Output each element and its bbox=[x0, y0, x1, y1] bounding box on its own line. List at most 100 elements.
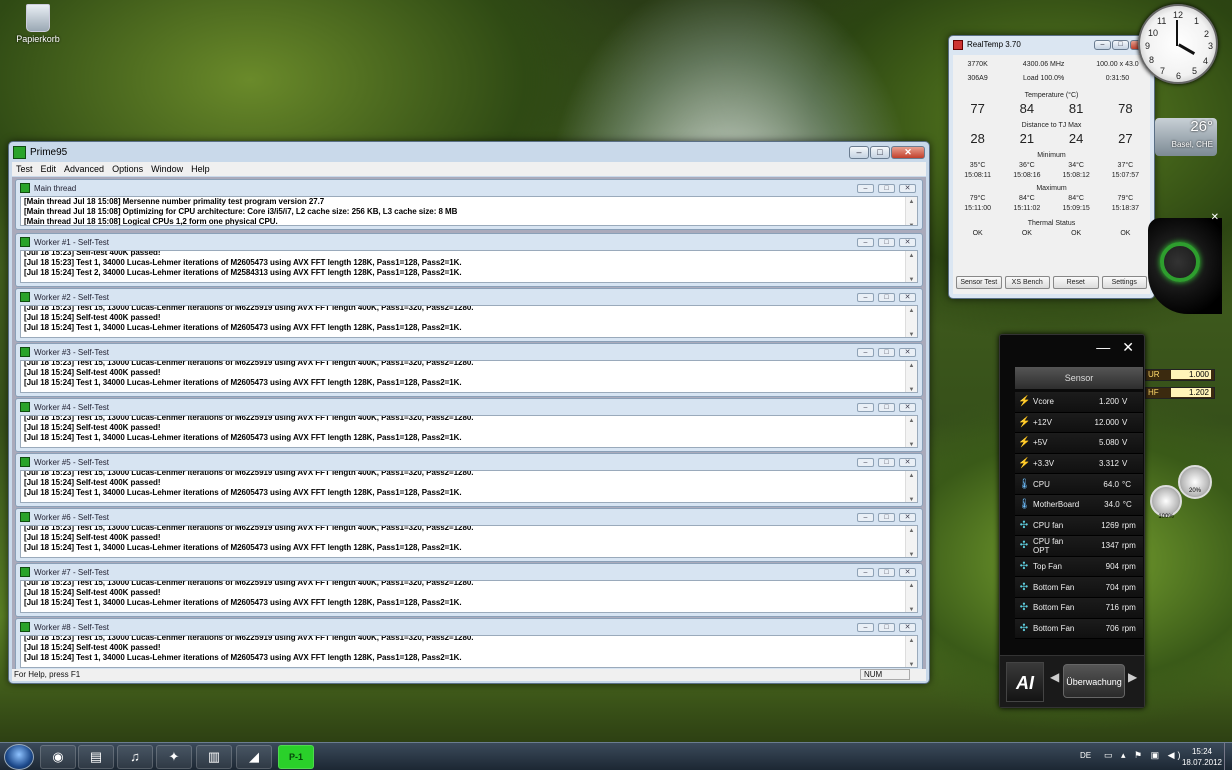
log-area[interactable]: [Jul 18 15:23] Test 15, 13000 Lucas-Lehm… bbox=[20, 360, 918, 393]
maximize-button[interactable]: □ bbox=[878, 237, 895, 247]
scrollbar[interactable]: ▲ ▼ bbox=[905, 416, 917, 447]
scrollbar[interactable]: ▲ ▼ bbox=[905, 636, 917, 667]
meter-gadget[interactable]: 100% 20% bbox=[1148, 465, 1218, 521]
taskbar-prime95-button[interactable]: P-1 bbox=[278, 745, 314, 769]
close-button[interactable]: ✕ bbox=[899, 402, 916, 412]
child-titlebar[interactable]: Worker #4 - Self-Test – □ ✕ bbox=[16, 399, 922, 415]
minimize-button[interactable]: – bbox=[857, 347, 874, 357]
taskbar-chrome-button[interactable]: ◉ bbox=[40, 745, 76, 769]
maximize-button[interactable]: □ bbox=[878, 567, 895, 577]
child-titlebar[interactable]: Worker #3 - Self-Test – □ ✕ bbox=[16, 344, 922, 360]
worker-window[interactable]: Worker #7 - Self-Test – □ ✕ [Jul 18 15:2… bbox=[15, 563, 923, 617]
tray-icons[interactable]: ▭ ▴ ⚑ ▣ ◀) bbox=[1104, 750, 1184, 761]
log-area[interactable]: [Jul 18 15:23] Test 15, 13000 Lucas-Lehm… bbox=[20, 305, 918, 338]
minimize-button[interactable]: – bbox=[857, 183, 874, 193]
sensor-test-button[interactable]: Sensor Test bbox=[956, 276, 1002, 289]
taskbar-folder-button[interactable]: ▥ bbox=[196, 745, 232, 769]
prime95-titlebar[interactable]: Prime95 – □ ✕ bbox=[9, 142, 929, 162]
asus-ai-logo[interactable]: AI bbox=[1006, 662, 1044, 702]
maximize-button[interactable]: □ bbox=[870, 145, 890, 159]
maximize-button[interactable]: □ bbox=[878, 183, 895, 193]
child-titlebar[interactable]: Worker #5 - Self-Test – □ ✕ bbox=[16, 454, 922, 470]
close-button[interactable]: ✕ bbox=[899, 237, 916, 247]
language-indicator[interactable]: DE bbox=[1080, 751, 1091, 760]
scrollbar[interactable]: ▲ ▼ bbox=[905, 526, 917, 557]
log-area[interactable]: [Jul 18 15:23] Test 15, 13000 Lucas-Lehm… bbox=[20, 470, 918, 503]
weather-gadget[interactable]: 26° Basel, CHE bbox=[1155, 118, 1217, 156]
menu-edit[interactable]: Edit bbox=[37, 164, 61, 174]
minimize-button[interactable]: – bbox=[857, 622, 874, 632]
maximize-button[interactable]: □ bbox=[878, 457, 895, 467]
taskbar-sniffer-button[interactable]: ✦ bbox=[156, 745, 192, 769]
close-button[interactable]: ✕ bbox=[899, 183, 916, 193]
worker-window[interactable]: Worker #2 - Self-Test – □ ✕ [Jul 18 15:2… bbox=[15, 288, 923, 342]
xs-bench-button[interactable]: XS Bench bbox=[1004, 276, 1050, 289]
menu-options[interactable]: Options bbox=[108, 164, 147, 174]
child-titlebar[interactable]: Worker #6 - Self-Test – □ ✕ bbox=[16, 509, 922, 525]
child-titlebar[interactable]: Worker #1 - Self-Test – □ ✕ bbox=[16, 234, 922, 250]
scrollbar[interactable]: ▲ ▼ bbox=[905, 251, 917, 282]
minimize-button[interactable]: – bbox=[857, 402, 874, 412]
worker-window[interactable]: Worker #6 - Self-Test – □ ✕ [Jul 18 15:2… bbox=[15, 508, 923, 562]
minimize-button[interactable]: – bbox=[857, 512, 874, 522]
maximize-button[interactable]: □ bbox=[878, 402, 895, 412]
maximize-button[interactable]: □ bbox=[878, 347, 895, 357]
scrollbar[interactable]: ▲ ▼ bbox=[905, 471, 917, 502]
close-button[interactable]: ✕ bbox=[899, 347, 916, 357]
scrollbar[interactable]: ▲ ▼ bbox=[905, 581, 917, 612]
taskbar-explorer-button[interactable]: ▤ bbox=[78, 745, 114, 769]
maximize-button[interactable]: □ bbox=[1112, 39, 1129, 50]
realtemp-window[interactable]: RealTemp 3.70 – □ ✕ 3770K 4300.06 MHz 10… bbox=[948, 35, 1155, 299]
arrow-left-icon[interactable]: ◀ bbox=[1050, 670, 1059, 684]
taskbar-itunes-button[interactable]: ♫ bbox=[117, 745, 153, 769]
close-icon[interactable]: ✕ bbox=[1122, 339, 1134, 356]
log-area[interactable]: [Jul 18 15:23] Test 15, 13000 Lucas-Lehm… bbox=[20, 635, 918, 668]
taskbar-asus-ai-button[interactable]: ◢ bbox=[236, 745, 272, 769]
close-button[interactable]: ✕ bbox=[899, 567, 916, 577]
child-titlebar[interactable]: Worker #8 - Self-Test – □ ✕ bbox=[16, 619, 922, 635]
log-area[interactable]: [Jul 18 15:23] Test 15, 13000 Lucas-Lehm… bbox=[20, 415, 918, 448]
close-button[interactable]: ✕ bbox=[899, 457, 916, 467]
prime95-window[interactable]: Prime95 – □ ✕ Test Edit Advanced Options… bbox=[8, 141, 930, 684]
close-button[interactable]: ✕ bbox=[891, 145, 925, 159]
minimize-button[interactable]: – bbox=[857, 237, 874, 247]
minimize-button[interactable]: – bbox=[849, 145, 869, 159]
worker-window[interactable]: Worker #4 - Self-Test – □ ✕ [Jul 18 15:2… bbox=[15, 398, 923, 452]
worker-window[interactable]: Worker #3 - Self-Test – □ ✕ [Jul 18 15:2… bbox=[15, 343, 923, 397]
log-area[interactable]: [Jul 18 15:23] Test 15, 13000 Lucas-Lehm… bbox=[20, 580, 918, 613]
scrollbar[interactable]: ▲ ▼ bbox=[905, 197, 917, 225]
show-desktop-button[interactable] bbox=[1224, 743, 1232, 770]
close-button[interactable]: ✕ bbox=[899, 292, 916, 302]
main-thread-window[interactable]: Main thread – □ ✕ [Main thread Jul 18 15… bbox=[15, 179, 923, 230]
reset-button[interactable]: Reset bbox=[1053, 276, 1099, 289]
scrollbar[interactable]: ▲ ▼ bbox=[905, 306, 917, 337]
close-icon[interactable]: ✕ bbox=[1211, 212, 1219, 223]
settings-button[interactable]: Settings bbox=[1101, 276, 1147, 289]
worker-window[interactable]: Worker #5 - Self-Test – □ ✕ [Jul 18 15:2… bbox=[15, 453, 923, 507]
clock-display[interactable]: 15:24 18.07.2012 bbox=[1182, 746, 1222, 768]
log-area[interactable]: [Jul 18 15:23] Test 15, 13000 Lucas-Lehm… bbox=[20, 525, 918, 558]
asus-dial-gadget[interactable]: ✕ bbox=[1148, 212, 1222, 314]
menu-advanced[interactable]: Advanced bbox=[60, 164, 108, 174]
monitoring-button[interactable]: Überwachung bbox=[1063, 664, 1125, 698]
worker-window[interactable]: Worker #1 - Self-Test – □ ✕ [Jul 18 15:2… bbox=[15, 233, 923, 287]
minimize-button[interactable]: – bbox=[857, 292, 874, 302]
minimize-icon[interactable]: — bbox=[1096, 339, 1110, 355]
close-button[interactable]: ✕ bbox=[899, 512, 916, 522]
worker-window[interactable]: Worker #8 - Self-Test – □ ✕ [Jul 18 15:2… bbox=[15, 618, 923, 672]
clock-gadget[interactable]: 12 1 2 3 4 5 6 7 8 9 10 11 bbox=[1138, 4, 1218, 84]
minimize-button[interactable]: – bbox=[857, 457, 874, 467]
realtemp-titlebar[interactable]: RealTemp 3.70 – □ ✕ bbox=[949, 36, 1154, 53]
recycle-bin-icon[interactable]: Papierkorb bbox=[16, 4, 60, 44]
minimize-button[interactable]: – bbox=[857, 567, 874, 577]
sensor-gadget[interactable]: — ✕ Sensor ⚡ Vcore 1.200 V ⚡ +12V 12.000… bbox=[999, 334, 1145, 708]
minimize-button[interactable]: – bbox=[1094, 39, 1111, 50]
child-titlebar[interactable]: Main thread – □ ✕ bbox=[16, 180, 922, 196]
log-area[interactable]: [Jul 18 15:23] Self-test 400K passed! [Ju… bbox=[20, 250, 918, 283]
child-titlebar[interactable]: Worker #2 - Self-Test – □ ✕ bbox=[16, 289, 922, 305]
menu-test[interactable]: Test bbox=[12, 164, 37, 174]
menu-help[interactable]: Help bbox=[187, 164, 214, 174]
arrow-right-icon[interactable]: ▶ bbox=[1128, 670, 1137, 684]
start-button[interactable] bbox=[4, 744, 34, 770]
maximize-button[interactable]: □ bbox=[878, 292, 895, 302]
